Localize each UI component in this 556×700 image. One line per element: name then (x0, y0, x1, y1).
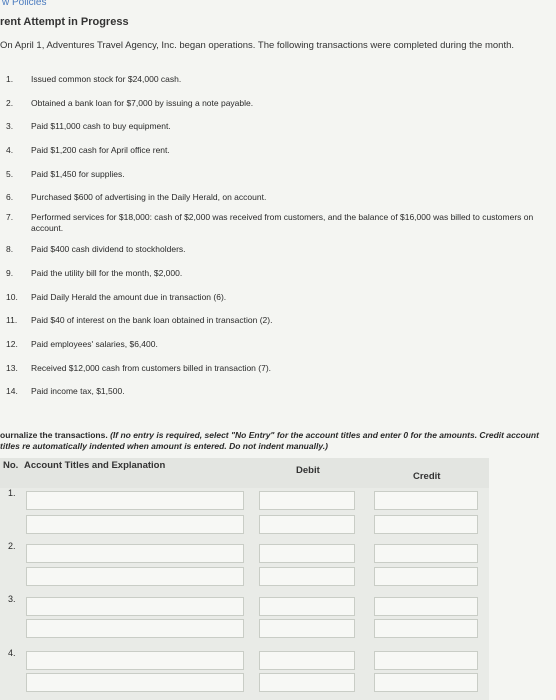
credit-input[interactable] (374, 673, 478, 692)
transaction-number: 13. (6, 363, 18, 373)
debit-input[interactable] (259, 673, 355, 692)
account-title-input[interactable] (26, 567, 244, 586)
transaction-number: 4. (6, 145, 14, 155)
transaction-text: Paid $1,450 for supplies. (31, 169, 125, 179)
transaction-number: 10. (6, 292, 18, 302)
entry-number: 1. (8, 488, 16, 498)
transaction-text: Issued common stock for $24,000 cash. (31, 74, 182, 84)
account-title-input[interactable] (26, 515, 244, 534)
page-edge (489, 458, 556, 700)
transaction-number: 2. (6, 98, 14, 108)
credit-input[interactable] (374, 597, 478, 616)
credit-input[interactable] (374, 651, 478, 670)
credit-input[interactable] (374, 491, 478, 510)
credit-input[interactable] (374, 544, 478, 563)
transaction-text: Paid Daily Herald the amount due in tran… (31, 292, 227, 302)
entry-number: 2. (8, 541, 16, 551)
transaction-text: Paid employees' salaries, $6,400. (31, 339, 158, 349)
transaction-number: 8. (6, 244, 14, 254)
entry-number: 4. (8, 648, 16, 658)
transaction-number: 14. (6, 386, 18, 396)
transaction-number: 12. (6, 339, 18, 349)
entry-number: 3. (8, 594, 16, 604)
transaction-number: 9. (6, 268, 14, 278)
instructions-lead: ournalize the transactions. (0, 430, 111, 440)
debit-input[interactable] (259, 651, 355, 670)
transaction-number: 11. (6, 315, 18, 325)
debit-input[interactable] (259, 567, 355, 586)
instructions: ournalize the transactions. (If no entry… (0, 430, 556, 452)
transaction-number: 5. (6, 169, 14, 179)
problem-intro: On April 1, Adventures Travel Agency, In… (0, 40, 515, 51)
debit-input[interactable] (259, 597, 355, 616)
account-title-input[interactable] (26, 597, 244, 616)
account-title-input[interactable] (26, 651, 244, 670)
debit-input[interactable] (259, 515, 355, 534)
account-title-input[interactable] (26, 491, 244, 510)
credit-input[interactable] (374, 515, 478, 534)
transaction-number: 3. (6, 121, 14, 131)
credit-input[interactable] (374, 619, 478, 638)
transaction-text: Received $12,000 cash from customers bil… (31, 363, 272, 373)
transaction-text: Performed services for $18,000: cash of … (31, 212, 534, 233)
col-debit-header: Debit (296, 465, 320, 476)
col-account-header: Account Titles and Explanation (24, 460, 166, 471)
transaction-text: Purchased $600 of advertising in the Dai… (31, 192, 267, 202)
transaction-text: Paid $40 of interest on the bank loan ob… (31, 315, 273, 325)
debit-input[interactable] (259, 619, 355, 638)
transaction-text: Paid income tax, $1,500. (31, 386, 125, 396)
transaction-text: Paid $11,000 cash to buy equipment. (31, 121, 171, 131)
debit-input[interactable] (259, 491, 355, 510)
transaction-text: Paid $400 cash dividend to stockholders. (31, 244, 186, 254)
journal-table-header: No. Account Titles and Explanation Debit… (0, 458, 489, 488)
transaction-text: Obtained a bank loan for $7,000 by issui… (31, 98, 254, 108)
page-title: rent Attempt in Progress (0, 16, 129, 28)
col-no-header: No. (3, 460, 19, 471)
credit-input[interactable] (374, 567, 478, 586)
debit-input[interactable] (259, 544, 355, 563)
journal-entry-table: 1. 2. 3. 4. (0, 488, 489, 700)
col-credit-header: Credit (413, 471, 441, 482)
transaction-text: Paid $1,200 cash for April office rent. (31, 145, 170, 155)
transaction-number: 7. (6, 212, 14, 222)
account-title-input[interactable] (26, 544, 244, 563)
account-title-input[interactable] (26, 619, 244, 638)
transaction-number: 1. (6, 74, 14, 84)
transaction-text: Paid the utility bill for the month, $2,… (31, 268, 183, 278)
account-title-input[interactable] (26, 673, 244, 692)
policies-link[interactable]: w Policies (2, 0, 46, 8)
transaction-number: 6. (6, 192, 14, 202)
